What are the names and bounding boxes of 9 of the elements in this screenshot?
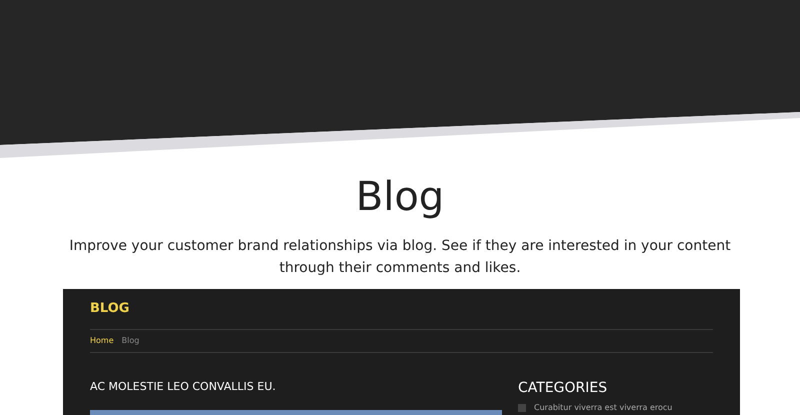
category-link[interactable]: Curabitur viverra est viverra erocu: [534, 403, 672, 413]
post-title: AC MOLESTIE LEO CONVALLIS EU.: [90, 379, 277, 395]
page-heading: Blog: [354, 173, 446, 221]
breadcrumb-link[interactable]: Home: [90, 335, 114, 347]
sidebar-heading: CATEGORIES: [518, 379, 608, 397]
preview-title: BLOG: [90, 300, 130, 318]
breadcrumb-link[interactable]: Blog: [122, 335, 140, 347]
intro-text: Improve your customer brand relationships via blog. See if they are interested in your content through their comments and likes.: [68, 237, 732, 278]
bullet-icon: [518, 404, 526, 412]
